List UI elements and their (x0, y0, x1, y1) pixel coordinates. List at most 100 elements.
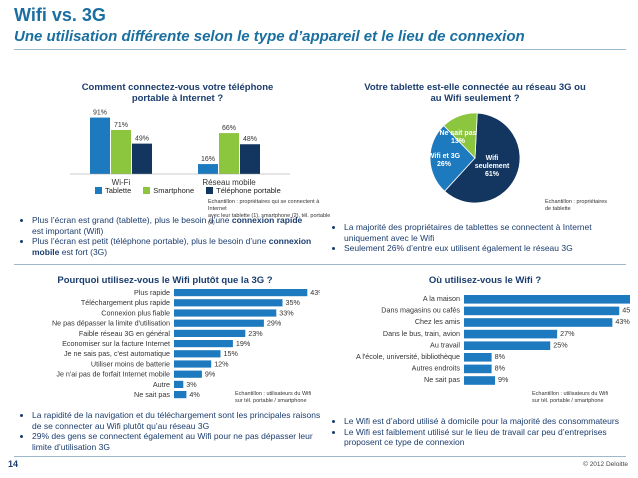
category-label: Téléchargement plus rapide (81, 298, 170, 307)
category-label: A l'école, université, bibliothèque (356, 352, 460, 361)
bar-1 (174, 299, 283, 307)
bar-rseaumobile-0 (198, 164, 218, 174)
legend-swatch-telephone (206, 187, 214, 194)
bar-9 (174, 380, 184, 388)
bar-value-label: 8% (495, 364, 506, 373)
bar-3 (464, 329, 558, 339)
bar-value-label: 19% (236, 339, 251, 348)
bottom-right-bullet-2: Le Wifi est faiblement utilisé sur le li… (344, 427, 626, 448)
chart3-title: Pourquoi utilisez-vous le Wifi plutôt qu… (57, 275, 273, 286)
bottom-right-bullets: Le Wifi est d’abord utilisé à domicile p… (334, 416, 626, 448)
top-right-bullet-1: La majorité des propriétaires de tablett… (344, 222, 624, 243)
category-label: Chez les amis (415, 317, 461, 326)
bar-8 (174, 370, 202, 378)
category-label: Connexion plus fiable (101, 308, 170, 317)
category-label: Ne sait pas (424, 375, 460, 384)
category-label: Utiliser moins de batterie (91, 359, 170, 368)
bar-rseaumobile-2 (240, 144, 260, 174)
bar-value-label: 16% (201, 156, 215, 163)
bar-wifi-2 (132, 143, 152, 174)
page-number: 14 (8, 459, 19, 469)
top-right-bullets: La majorité des propriétaires de tablett… (334, 222, 624, 254)
chart3-svg: Plus rapide 43% Téléchargement plus rapide… (52, 288, 320, 399)
bar-value-label: 91% (93, 110, 107, 117)
category-label: Autres endroits (412, 364, 461, 373)
chart3-note-line1: Echantillon : utilisateurs du Wifi (235, 391, 312, 397)
copyright: © 2012 Deloitte (583, 461, 628, 468)
bullet-text: Plus l’écran est petit (téléphone portab… (32, 236, 269, 246)
bar-6 (464, 364, 492, 374)
pie-label-both-value: 26% (437, 161, 452, 168)
top-left-bullet-2: Plus l’écran est petit (téléphone portab… (32, 236, 312, 257)
page-title: Wifi vs. 3G (14, 5, 106, 25)
footer-divider (14, 456, 626, 457)
chart1-legend: Tablette Smartphone Téléphone portable (95, 186, 281, 195)
bar-value-label: 48% (243, 136, 257, 143)
bar-value-label: 23% (248, 329, 263, 338)
pie-label-3g: Ne sait pas (440, 130, 477, 137)
category-label: Economiser sur la facture Internet (62, 339, 170, 348)
legend-label-tablette: Tablette (105, 186, 132, 195)
bar-5 (464, 353, 492, 362)
bar-value-label: 3% (186, 380, 197, 389)
bar-value-label: 43% (615, 317, 630, 326)
legend-label-smartphone: Smartphone (153, 186, 195, 195)
category-label: Ne pas dépasser la limite d'utilisation (52, 319, 170, 328)
bar-value-label: 8% (495, 352, 506, 361)
bar-value-label: 35% (286, 298, 301, 307)
chart1-svg: 91%71%49%Wi-Fi16%66%48%Réseau mobile (70, 110, 290, 187)
chart4-note-line2: sur tél. portable / smartphone (532, 398, 604, 404)
category-label: Plus rapide (134, 288, 170, 297)
bar-7 (174, 360, 212, 368)
bullet-text: est important (Wifi) (32, 225, 104, 236)
chart4-svg: A la maison74%Dans magasins ou cafés45%C… (356, 294, 630, 385)
top-left-bullet-1: Plus l’écran est grand (tablette), plus … (32, 215, 312, 236)
bar-value-label: 27% (560, 329, 575, 338)
bar-value-label: 25% (553, 340, 568, 349)
page-subtitle: Une utilisation différente selon le type… (14, 28, 525, 45)
legend-item-tablette: Tablette (95, 186, 131, 195)
chart4-note: Echantillon : utilisateurs du Wifi sur t… (532, 391, 628, 405)
category-label: Ne sait pas (134, 390, 170, 399)
bar-value-label: 43% (310, 288, 320, 297)
category-label: Je ne sais pas, c'est automatique (64, 349, 170, 358)
bullet-bold: connexion rapide (231, 215, 303, 225)
header-divider (14, 49, 626, 50)
legend-item-smartphone: Smartphone (143, 186, 194, 195)
bottom-left-bullets: La rapidité de la navigation et du téléc… (22, 410, 322, 452)
top-left-bullets: Plus l’écran est grand (tablette), plus … (22, 215, 312, 257)
chart2-note-line2: de tablette (545, 206, 571, 212)
bar-value-label: 4% (189, 390, 200, 399)
chart3-note: Echantillon : utilisateurs du Wifi sur t… (235, 391, 325, 405)
category-label: Je n'ai pas de forfait Internet mobile (56, 370, 170, 379)
bar-10 (174, 391, 187, 399)
legend-swatch-smartphone (143, 187, 151, 194)
bar-4 (464, 341, 551, 350)
bar-rseaumobile-1 (219, 133, 239, 174)
top-right-bullet-2: Seulement 26% d’entre eux utilisent égal… (344, 243, 624, 254)
bar-2 (464, 318, 613, 327)
category-label: A la maison (423, 294, 460, 303)
legend-swatch-tablette (95, 187, 102, 194)
bottom-left-bullet-2: 29% des gens se connectent également au … (32, 431, 322, 452)
pie-label-both: Wifi et 3G (428, 153, 461, 160)
pie-label-3g-value: 13% (451, 138, 466, 145)
bar-1 (464, 306, 620, 316)
bar-value-label: 12% (214, 359, 229, 368)
category-label: Autre (153, 380, 170, 389)
bottom-left-bullet-1: La rapidité de la navigation et du téléc… (32, 410, 322, 431)
bottom-right-bullet-1: Le Wifi est d’abord utilisé à domicile p… (344, 416, 626, 427)
bullet-text: Plus l’écran est grand (tablette), plus … (32, 215, 232, 225)
pie-label-wifi-value: 61% (485, 171, 500, 178)
bar-value-label: 45% (622, 306, 630, 315)
pie-label-wifi-2: seulement (475, 163, 510, 170)
category-label: Faible réseau 3G en général (79, 329, 171, 338)
bar-7 (464, 376, 496, 385)
bar-value-label: 71% (114, 122, 128, 129)
chart4-note-line1: Echantillon : utilisateurs du Wifi (532, 391, 609, 397)
chart4-title: Où utilisez-vous le Wifi ? (428, 275, 542, 286)
bar-4 (174, 329, 246, 337)
bar-value-label: 66% (222, 125, 236, 132)
pie-label-wifi: Wifi (486, 155, 499, 162)
legend-label-telephone: Téléphone portable (216, 186, 281, 195)
